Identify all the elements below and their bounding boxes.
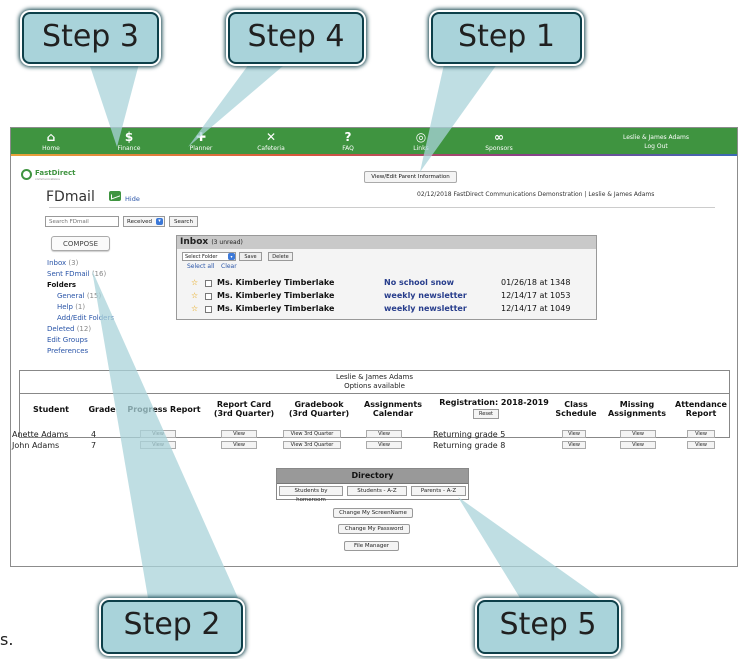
step2-callout: Step 2 (101, 600, 243, 654)
step3-pointer (88, 60, 140, 147)
cropped-text: s. (0, 630, 14, 649)
step4-callout: Step 4 (228, 12, 364, 64)
step3-callout: Step 3 (22, 12, 159, 64)
step1-pointer (420, 60, 500, 172)
step2-pointer (92, 270, 238, 598)
step4-pointer (188, 60, 290, 147)
step5-callout: Step 5 (477, 600, 619, 654)
callout-pointers (88, 60, 600, 598)
step1-callout: Step 1 (431, 12, 582, 64)
step5-pointer (458, 497, 600, 598)
